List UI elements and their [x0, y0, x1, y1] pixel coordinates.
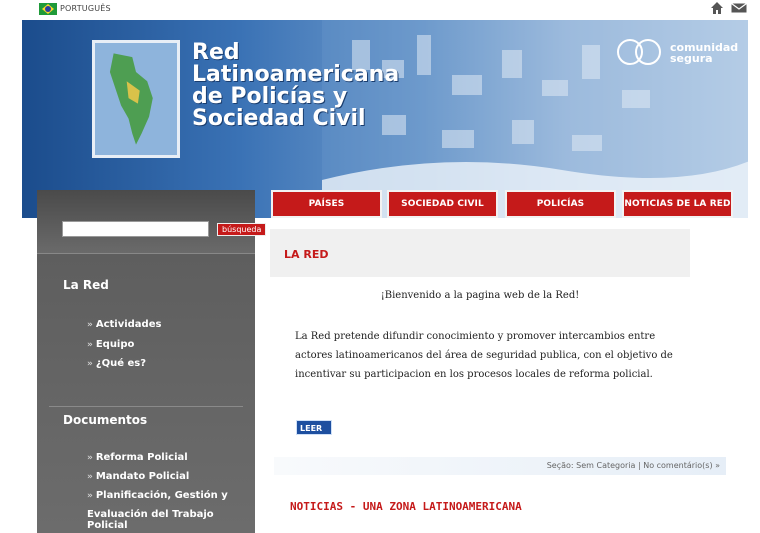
sidebar-item-mandato-policial[interactable]: Mandato Policial — [87, 471, 189, 482]
mail-icon[interactable] — [731, 3, 747, 13]
nav-sociedad-civil[interactable]: SOCIEDAD CIVIL — [387, 190, 498, 218]
search-area: búsqueda — [37, 190, 267, 254]
page-title: LA RED — [284, 248, 329, 261]
sidebar-item-planificacion-cont[interactable]: Evaluación del Trabajo Policial — [87, 509, 255, 531]
search-button[interactable]: búsqueda — [217, 223, 267, 236]
intro-paragraph: La Red pretende difundir conocimiento y … — [295, 327, 735, 384]
top-bar: PORTUGUÊS — [0, 0, 760, 18]
sidebar: búsqueda La Red Actividades Equipo ¿Qué … — [37, 190, 267, 533]
sidebar-item-reforma-policial[interactable]: Reforma Policial — [87, 452, 188, 463]
sidebar-item-planificacion[interactable]: Planificación, Gestión y — [87, 490, 228, 501]
sidebar-heading-la-red: La Red — [63, 278, 109, 292]
sidebar-divider — [49, 406, 243, 407]
nav-policias[interactable]: POLICÍAS — [505, 190, 616, 218]
read-more-label: LEER — [300, 424, 323, 433]
nav-paises[interactable]: PAÍSES — [271, 190, 382, 218]
intro-line-2: actores latinoamericanos del área de seg… — [295, 350, 673, 361]
sidebar-item-que-es[interactable]: ¿Qué es? — [87, 358, 146, 369]
news-heading[interactable]: NOTICIAS - UNA ZONA LATINOAMERICANA — [290, 500, 522, 513]
section-title-box: LA RED — [270, 229, 690, 277]
nav-noticias-de-la-red[interactable]: NOTICIAS DE LA RED — [622, 190, 733, 218]
site-title[interactable]: Red Latinoamericana de Policías y Socied… — [192, 42, 399, 130]
site-banner: Red Latinoamericana de Policías y Socied… — [22, 20, 748, 218]
map-icon — [109, 53, 153, 145]
partner-line-2: segura — [670, 52, 713, 65]
sidebar-item-actividades[interactable]: Actividades — [87, 319, 162, 330]
post-meta[interactable]: Seção: Sem Categoria | No comentário(s) … — [547, 461, 720, 470]
sidebar-item-equipo[interactable]: Equipo — [87, 339, 135, 350]
intro-line-3: incentivar su participacion en los proce… — [295, 369, 653, 380]
post-meta-bar: Seção: Sem Categoria | No comentário(s) … — [274, 457, 726, 475]
brazil-flag-icon[interactable] — [39, 3, 57, 15]
language-link[interactable]: PORTUGUÊS — [60, 4, 111, 13]
welcome-text: ¡Bienvenido a la pagina web de la Red! — [380, 290, 580, 301]
intro-line-1: La Red pretende difundir conocimiento y … — [295, 331, 656, 342]
site-title-line-3: de Policías y — [192, 84, 348, 109]
sidebar-heading-documentos: Documentos — [63, 413, 148, 427]
site-title-line-4: Sociedad Civil — [192, 106, 366, 131]
search-input[interactable] — [62, 221, 209, 237]
arrow-right-icon: ➔ — [300, 439, 307, 448]
partner-logo-text: comunidad segura — [670, 42, 738, 64]
home-icon[interactable] — [710, 1, 724, 15]
site-title-line-2: Latinoamericana — [192, 62, 400, 87]
site-title-line-1: Red — [192, 40, 240, 65]
read-more-button[interactable]: LEER ➔ — [296, 420, 332, 448]
latin-america-map-logo — [92, 40, 180, 158]
